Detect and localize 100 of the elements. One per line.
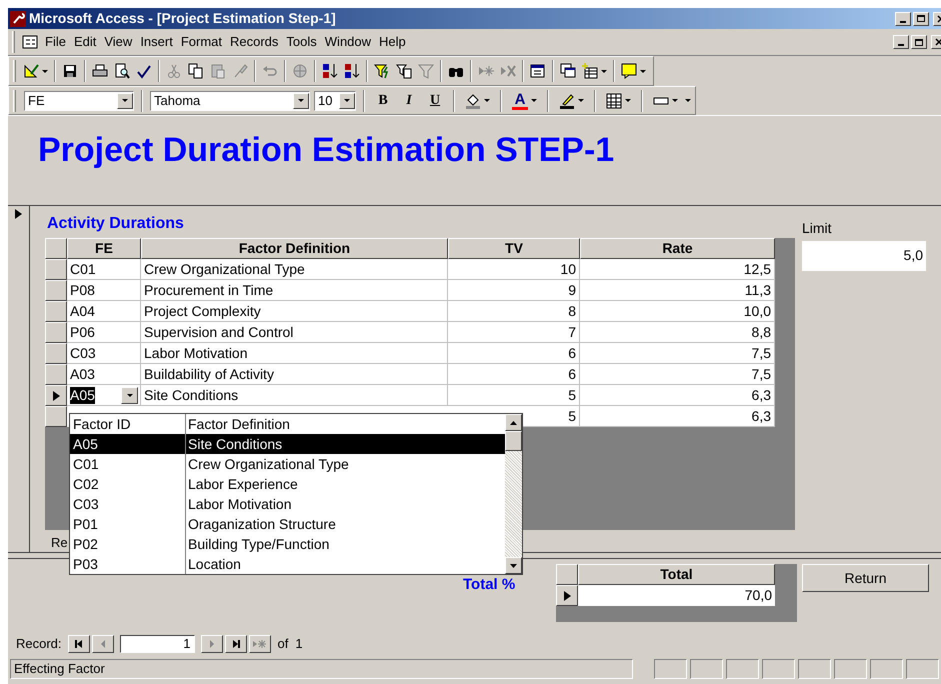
- last-record-button[interactable]: [224, 635, 247, 653]
- column-header[interactable]: TV: [448, 238, 580, 259]
- table-cell: 7,5: [752, 366, 771, 382]
- menu-item[interactable]: Records: [226, 32, 282, 52]
- funnel-icon: [418, 63, 434, 79]
- total-label: Total %: [463, 575, 516, 594]
- status-panel: [654, 659, 687, 679]
- next-record-button[interactable]: [200, 635, 223, 653]
- new-record-icon: [478, 63, 494, 79]
- record-number-field[interactable]: 1: [120, 635, 195, 653]
- limit-label: Limit: [802, 219, 833, 238]
- caret-icon: [344, 99, 350, 102]
- first-record-button[interactable]: [68, 635, 90, 653]
- properties-icon: [530, 63, 546, 79]
- record-selector[interactable]: [45, 343, 67, 364]
- table-cell: Labor Motivation: [144, 345, 248, 361]
- return-button[interactable]: Return: [802, 564, 929, 592]
- sort-ascending-icon: [322, 63, 338, 79]
- dropdown-button[interactable]: [121, 386, 138, 404]
- size-combo[interactable]: 10: [314, 90, 356, 110]
- record-selector[interactable]: [45, 280, 67, 301]
- scrollbar[interactable]: [505, 414, 522, 574]
- table-cell: 6: [568, 345, 576, 361]
- record-selector[interactable]: [556, 585, 578, 606]
- scroll-up-button[interactable]: [505, 414, 522, 431]
- column-header[interactable]: Total: [578, 564, 775, 585]
- underline-button[interactable]: U: [424, 90, 446, 111]
- table-cell: 5: [568, 387, 576, 403]
- column-header[interactable]: FE: [67, 238, 141, 259]
- table-cell: 10,0: [744, 303, 771, 319]
- new-record-button[interactable]: [248, 635, 271, 653]
- menu-item[interactable]: Edit: [70, 32, 100, 52]
- table-cell: 12,5: [744, 261, 771, 277]
- table-cell: 8: [568, 303, 576, 319]
- gridlines-icon: [606, 92, 622, 108]
- font-combo[interactable]: Tahoma: [150, 90, 310, 110]
- window-title: Microsoft Access - [Project Estimation Step-1]: [29, 9, 336, 28]
- minimize-button[interactable]: [893, 35, 909, 49]
- table-cell: 8,8: [752, 324, 771, 340]
- restore-button[interactable]: [911, 35, 927, 49]
- triangle-ruler-icon: [23, 63, 39, 79]
- last-record-icon: [232, 640, 240, 648]
- bold-button[interactable]: B: [372, 90, 394, 111]
- dropdown-list[interactable]: Factor ID Factor Definition A05 Site Conditions C01 Crew Organizational Type C02 Labor Experience C03 Labor Motivation P01 Oraganization Structure P02 Building Type/Function P03 Location: [69, 413, 523, 575]
- caret-icon: [685, 99, 691, 102]
- record-nav-of: of: [278, 635, 288, 654]
- menu-item[interactable]: Help: [375, 32, 410, 52]
- table-cell: P08: [70, 282, 95, 298]
- record-selector[interactable]: [45, 322, 67, 343]
- close-icon: [935, 38, 941, 46]
- column-header: Factor Definition: [187, 415, 290, 434]
- table-cell: 70,0: [578, 585, 775, 606]
- table-cell: A03: [70, 366, 95, 382]
- menu-item[interactable]: Format: [176, 32, 226, 52]
- speech-bubble-icon: [621, 63, 637, 79]
- restore-button[interactable]: [913, 12, 929, 26]
- menu-item[interactable]: Tools: [282, 32, 321, 52]
- table-cell: 7: [568, 324, 576, 340]
- table-cell: Project Complexity: [144, 303, 261, 319]
- funnel-lightning-icon: [374, 63, 390, 79]
- scroll-down-button[interactable]: [505, 557, 522, 574]
- scroll-thumb[interactable]: [505, 431, 522, 451]
- record-selector[interactable]: [45, 385, 67, 406]
- table-cell[interactable]: A05: [70, 386, 95, 404]
- paint-bucket-icon: [465, 92, 481, 108]
- record-count: 1: [295, 635, 303, 654]
- previous-record-button[interactable]: [92, 635, 114, 653]
- funnel-form-icon: [396, 63, 412, 79]
- menu-item[interactable]: File: [41, 32, 70, 52]
- pen-icon: [559, 92, 575, 108]
- table-cell: 5: [568, 408, 576, 424]
- table-cell: 9: [568, 282, 576, 298]
- table-cell: P06: [70, 324, 95, 340]
- checkmark-icon: [136, 63, 152, 79]
- menu-item[interactable]: View: [100, 32, 136, 52]
- page-magnifier-icon: [114, 63, 130, 79]
- font-color-button[interactable]: A: [509, 92, 540, 110]
- table-cell: C03: [70, 345, 96, 361]
- dropdown-item[interactable]: A05 Site Conditions: [70, 434, 505, 454]
- limit-field[interactable]: 5,0: [802, 241, 926, 271]
- clipboard-icon: [210, 63, 226, 79]
- table-cell: 6: [568, 366, 576, 382]
- table-cell: 7,5: [752, 345, 771, 361]
- status-panel: [798, 659, 831, 679]
- table-cell: Buildability of Activity: [144, 366, 274, 382]
- italic-button[interactable]: I: [398, 90, 420, 111]
- record-selector[interactable]: [45, 364, 67, 385]
- status-panel: [690, 659, 723, 679]
- object-combo[interactable]: FE: [24, 90, 134, 110]
- record-pointer-icon: [564, 590, 570, 600]
- column-header[interactable]: Rate: [580, 238, 775, 259]
- record-selector[interactable]: [45, 406, 67, 427]
- record-selector[interactable]: [45, 259, 67, 280]
- menu-item[interactable]: Window: [320, 32, 376, 52]
- record-selector[interactable]: [45, 301, 67, 322]
- caret-icon: [122, 99, 128, 102]
- minimize-button[interactable]: [895, 12, 911, 26]
- column-header[interactable]: Factor Definition: [141, 238, 448, 259]
- record-pointer-icon: [52, 390, 60, 400]
- menu-item[interactable]: Insert: [136, 32, 177, 52]
